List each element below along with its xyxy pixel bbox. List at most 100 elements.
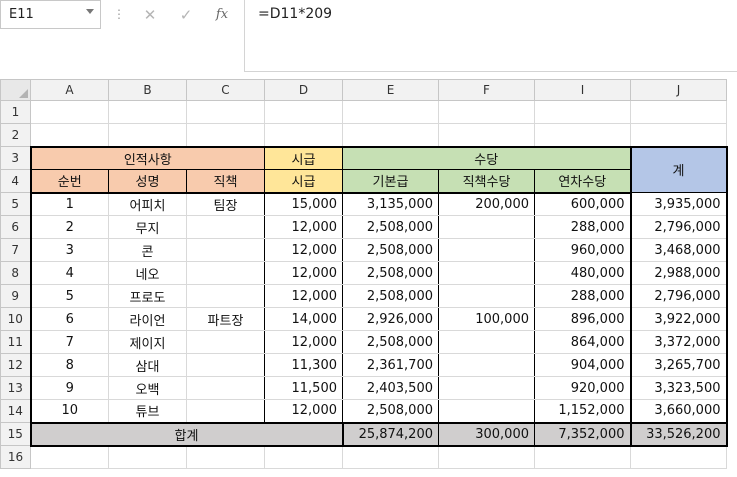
allowance-header-cell[interactable]: 수당: [342, 145, 631, 170]
insert-function-icon[interactable]: fx: [212, 5, 232, 25]
row-header[interactable]: 2: [0, 123, 31, 147]
select-all-triangle-icon[interactable]: [19, 89, 28, 98]
leave-allowance-cell[interactable]: 864,000: [534, 330, 631, 354]
name-cell[interactable]: 어피치: [108, 192, 187, 216]
leave-allowance-cell[interactable]: 904,000: [534, 353, 631, 377]
no-cell[interactable]: 1: [29, 192, 109, 216]
cell[interactable]: [30, 123, 109, 147]
hourly-cell[interactable]: 14,000: [264, 307, 343, 331]
cell[interactable]: [186, 445, 265, 469]
cell[interactable]: [630, 445, 727, 469]
leave-allowance-cell[interactable]: 920,000: [534, 376, 631, 400]
position-allowance-cell[interactable]: [438, 399, 535, 423]
row-header[interactable]: 14: [0, 399, 31, 423]
sum-label-cell[interactable]: 합계: [29, 421, 343, 447]
row-header[interactable]: 8: [0, 261, 31, 285]
column-header-d[interactable]: D: [264, 79, 343, 101]
name-cell[interactable]: 오백: [108, 376, 187, 400]
no-cell[interactable]: 5: [29, 284, 109, 308]
row-header[interactable]: 11: [0, 330, 31, 354]
position-allowance-cell[interactable]: [438, 284, 535, 308]
total-cell[interactable]: 2,796,000: [629, 284, 728, 308]
hourly-cell[interactable]: 12,000: [264, 215, 343, 239]
row-header[interactable]: 13: [0, 376, 31, 400]
base-pay-cell[interactable]: 2,508,000: [342, 261, 439, 285]
cell[interactable]: [342, 100, 439, 124]
position-cell[interactable]: [186, 215, 265, 239]
row-header[interactable]: 4: [0, 169, 31, 193]
leave-allowance-cell[interactable]: 480,000: [534, 261, 631, 285]
hourly-cell[interactable]: 12,000: [264, 399, 343, 423]
leave-allowance-cell[interactable]: 960,000: [534, 238, 631, 262]
leave-allowance-cell[interactable]: 288,000: [534, 284, 631, 308]
base-pay-cell[interactable]: 2,508,000: [342, 284, 439, 308]
total-cell[interactable]: 3,265,700: [629, 353, 728, 377]
base-pay-cell[interactable]: 2,403,500: [342, 376, 439, 400]
base-pay-cell[interactable]: 2,508,000: [342, 215, 439, 239]
formula-input[interactable]: =D11*209: [244, 0, 737, 72]
position-cell[interactable]: 파트장: [186, 307, 265, 331]
name-cell[interactable]: 콘: [108, 238, 187, 262]
position-allowance-cell[interactable]: [438, 376, 535, 400]
cell[interactable]: [264, 100, 343, 124]
position-allowance-header-cell[interactable]: 직책수당: [438, 169, 535, 194]
base-pay-cell[interactable]: 3,135,000: [342, 192, 439, 216]
position-cell[interactable]: [186, 238, 265, 262]
name-cell[interactable]: 튜브: [108, 399, 187, 423]
cell[interactable]: [30, 100, 109, 124]
no-cell[interactable]: 4: [29, 261, 109, 285]
leave-allowance-header-cell[interactable]: 연차수당: [534, 169, 631, 194]
cell[interactable]: [630, 123, 727, 147]
total-cell[interactable]: 3,922,000: [629, 307, 728, 331]
position-cell[interactable]: [186, 353, 265, 377]
column-header-c[interactable]: C: [186, 79, 265, 101]
hourly-cell[interactable]: 11,300: [264, 353, 343, 377]
cell[interactable]: [534, 123, 631, 147]
position-header-cell[interactable]: 직책: [186, 169, 265, 194]
total-header-cell[interactable]: 계: [629, 145, 728, 193]
row-header[interactable]: 12: [0, 353, 31, 377]
no-cell[interactable]: 7: [29, 330, 109, 354]
position-cell[interactable]: [186, 399, 265, 423]
cell[interactable]: [438, 445, 535, 469]
column-header-a[interactable]: A: [30, 79, 109, 101]
base-pay-cell[interactable]: 2,361,700: [342, 353, 439, 377]
no-cell[interactable]: 10: [29, 399, 109, 423]
position-cell[interactable]: [186, 330, 265, 354]
row-header[interactable]: 7: [0, 238, 31, 262]
total-cell[interactable]: 2,988,000: [629, 261, 728, 285]
total-cell[interactable]: 3,372,000: [629, 330, 728, 354]
cell[interactable]: [342, 445, 439, 469]
cell[interactable]: [264, 445, 343, 469]
position-cell[interactable]: [186, 376, 265, 400]
name-header-cell[interactable]: 성명: [108, 169, 187, 194]
no-header-cell[interactable]: 순번: [29, 169, 109, 194]
leave-allowance-cell[interactable]: 1,152,000: [534, 399, 631, 423]
column-header-j[interactable]: J: [630, 79, 727, 101]
hourly-cell[interactable]: 12,000: [264, 284, 343, 308]
sum-total-cell[interactable]: 33,526,200: [629, 421, 728, 447]
name-cell[interactable]: 라이언: [108, 307, 187, 331]
total-cell[interactable]: 3,935,000: [629, 192, 728, 216]
cell[interactable]: [342, 123, 439, 147]
column-header-e[interactable]: E: [342, 79, 439, 101]
position-cell[interactable]: [186, 261, 265, 285]
select-all-corner[interactable]: [0, 79, 31, 101]
cell[interactable]: [438, 123, 535, 147]
position-allowance-cell[interactable]: 200,000: [438, 192, 535, 216]
hourly-cell[interactable]: 12,000: [264, 238, 343, 262]
position-allowance-cell[interactable]: [438, 215, 535, 239]
cancel-x-icon[interactable]: ✕: [140, 5, 160, 25]
base-pay-cell[interactable]: 2,508,000: [342, 238, 439, 262]
leave-allowance-cell[interactable]: 896,000: [534, 307, 631, 331]
hourly-cell[interactable]: 15,000: [264, 192, 343, 216]
column-header-f[interactable]: F: [438, 79, 535, 101]
base-pay-cell[interactable]: 2,508,000: [342, 330, 439, 354]
position-allowance-cell[interactable]: [438, 238, 535, 262]
row-header[interactable]: 9: [0, 284, 31, 308]
hourly-cell[interactable]: 12,000: [264, 330, 343, 354]
name-cell[interactable]: 삼대: [108, 353, 187, 377]
position-cell[interactable]: [186, 284, 265, 308]
row-header[interactable]: 1: [0, 100, 31, 124]
base-pay-cell[interactable]: 2,926,000: [342, 307, 439, 331]
